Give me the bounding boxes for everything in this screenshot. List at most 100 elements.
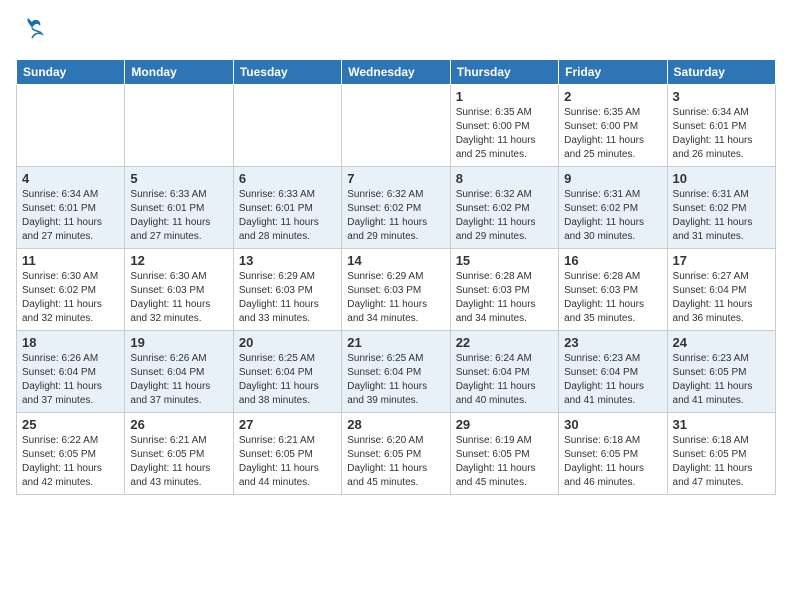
calendar-week-row: 11 Sunrise: 6:30 AM Sunset: 6:02 PM Dayli… (17, 248, 776, 330)
calendar-cell: 23 Sunrise: 6:23 AM Sunset: 6:04 PM Dayli… (559, 330, 667, 412)
logo-bird-icon (18, 16, 46, 49)
calendar-cell: 16 Sunrise: 6:28 AM Sunset: 6:03 PM Dayli… (559, 248, 667, 330)
day-info: Sunrise: 6:35 AM Sunset: 6:00 PM Dayligh… (456, 106, 553, 162)
day-info: Sunrise: 6:29 AM Sunset: 6:03 PM Dayligh… (239, 270, 336, 326)
day-number: 13 (239, 253, 336, 268)
day-info: Sunrise: 6:27 AM Sunset: 6:04 PM Dayligh… (673, 270, 770, 326)
calendar-cell: 3 Sunrise: 6:34 AM Sunset: 6:01 PM Daylig… (667, 84, 775, 166)
day-number: 19 (130, 335, 227, 350)
weekday-header-thursday: Thursday (450, 59, 558, 84)
calendar-cell: 17 Sunrise: 6:27 AM Sunset: 6:04 PM Dayli… (667, 248, 775, 330)
weekday-header-saturday: Saturday (667, 59, 775, 84)
day-info: Sunrise: 6:21 AM Sunset: 6:05 PM Dayligh… (130, 434, 227, 490)
calendar-cell: 30Sunrise: 6:18 AM Sunset: 6:05 PM Dayli… (559, 412, 667, 494)
calendar-cell: 14 Sunrise: 6:29 AM Sunset: 6:03 PM Dayli… (342, 248, 450, 330)
day-number: 1 (456, 89, 553, 104)
weekday-header-wednesday: Wednesday (342, 59, 450, 84)
day-number: 8 (456, 171, 553, 186)
day-info: Sunrise: 6:23 AM Sunset: 6:04 PM Dayligh… (564, 352, 661, 408)
calendar-cell: 22Sunrise: 6:24 AM Sunset: 6:04 PM Dayli… (450, 330, 558, 412)
weekday-header-sunday: Sunday (17, 59, 125, 84)
day-number: 11 (22, 253, 119, 268)
day-number: 31 (673, 417, 770, 432)
day-info: Sunrise: 6:21 AM Sunset: 6:05 PM Dayligh… (239, 434, 336, 490)
calendar-cell: 1 Sunrise: 6:35 AM Sunset: 6:00 PM Daylig… (450, 84, 558, 166)
day-info: Sunrise: 6:35 AM Sunset: 6:00 PM Dayligh… (564, 106, 661, 162)
day-number: 22 (456, 335, 553, 350)
calendar-cell: 25Sunrise: 6:22 AM Sunset: 6:05 PM Dayli… (17, 412, 125, 494)
day-number: 14 (347, 253, 444, 268)
calendar-cell: 7 Sunrise: 6:32 AM Sunset: 6:02 PM Daylig… (342, 166, 450, 248)
calendar-cell: 8 Sunrise: 6:32 AM Sunset: 6:02 PM Daylig… (450, 166, 558, 248)
calendar-week-row: 18 Sunrise: 6:26 AM Sunset: 6:04 PM Dayli… (17, 330, 776, 412)
day-number: 25 (22, 417, 119, 432)
calendar-week-row: 4 Sunrise: 6:34 AM Sunset: 6:01 PM Daylig… (17, 166, 776, 248)
calendar-cell: 13 Sunrise: 6:29 AM Sunset: 6:03 PM Dayli… (233, 248, 341, 330)
day-info: Sunrise: 6:28 AM Sunset: 6:03 PM Dayligh… (456, 270, 553, 326)
day-info: Sunrise: 6:19 AM Sunset: 6:05 PM Dayligh… (456, 434, 553, 490)
day-number: 27 (239, 417, 336, 432)
calendar-cell: 21 Sunrise: 6:25 AM Sunset: 6:04 PM Dayli… (342, 330, 450, 412)
day-number: 5 (130, 171, 227, 186)
day-info: Sunrise: 6:20 AM Sunset: 6:05 PM Dayligh… (347, 434, 444, 490)
day-info: Sunrise: 6:28 AM Sunset: 6:03 PM Dayligh… (564, 270, 661, 326)
calendar-table: SundayMondayTuesdayWednesdayThursdayFrid… (16, 59, 776, 495)
calendar-cell: 15 Sunrise: 6:28 AM Sunset: 6:03 PM Dayli… (450, 248, 558, 330)
day-info: Sunrise: 6:31 AM Sunset: 6:02 PM Dayligh… (564, 188, 661, 244)
day-info: Sunrise: 6:30 AM Sunset: 6:02 PM Dayligh… (22, 270, 119, 326)
day-number: 16 (564, 253, 661, 268)
day-number: 4 (22, 171, 119, 186)
day-number: 3 (673, 89, 770, 104)
day-number: 7 (347, 171, 444, 186)
day-info: Sunrise: 6:32 AM Sunset: 6:02 PM Dayligh… (347, 188, 444, 244)
calendar-cell: 19 Sunrise: 6:26 AM Sunset: 6:04 PM Dayli… (125, 330, 233, 412)
day-info: Sunrise: 6:18 AM Sunset: 6:05 PM Dayligh… (564, 434, 661, 490)
calendar-cell: 5 Sunrise: 6:33 AM Sunset: 6:01 PM Daylig… (125, 166, 233, 248)
day-number: 17 (673, 253, 770, 268)
day-info: Sunrise: 6:33 AM Sunset: 6:01 PM Dayligh… (239, 188, 336, 244)
weekday-header-friday: Friday (559, 59, 667, 84)
day-info: Sunrise: 6:34 AM Sunset: 6:01 PM Dayligh… (673, 106, 770, 162)
day-info: Sunrise: 6:34 AM Sunset: 6:01 PM Dayligh… (22, 188, 119, 244)
day-number: 9 (564, 171, 661, 186)
calendar-cell: 29 Sunrise: 6:19 AM Sunset: 6:05 PM Dayli… (450, 412, 558, 494)
day-number: 28 (347, 417, 444, 432)
calendar-cell: 24Sunrise: 6:23 AM Sunset: 6:05 PM Dayli… (667, 330, 775, 412)
day-number: 26 (130, 417, 227, 432)
calendar-cell (233, 84, 341, 166)
day-info: Sunrise: 6:29 AM Sunset: 6:03 PM Dayligh… (347, 270, 444, 326)
calendar-cell (125, 84, 233, 166)
day-info: Sunrise: 6:26 AM Sunset: 6:04 PM Dayligh… (22, 352, 119, 408)
day-info: Sunrise: 6:18 AM Sunset: 6:05 PM Dayligh… (673, 434, 770, 490)
day-number: 24 (673, 335, 770, 350)
calendar-header-row: SundayMondayTuesdayWednesdayThursdayFrid… (17, 59, 776, 84)
calendar-cell: 27 Sunrise: 6:21 AM Sunset: 6:05 PM Dayli… (233, 412, 341, 494)
calendar-cell (17, 84, 125, 166)
day-info: Sunrise: 6:30 AM Sunset: 6:03 PM Dayligh… (130, 270, 227, 326)
calendar-week-row: 25Sunrise: 6:22 AM Sunset: 6:05 PM Dayli… (17, 412, 776, 494)
day-info: Sunrise: 6:26 AM Sunset: 6:04 PM Dayligh… (130, 352, 227, 408)
calendar-cell: 28 Sunrise: 6:20 AM Sunset: 6:05 PM Dayli… (342, 412, 450, 494)
day-number: 20 (239, 335, 336, 350)
day-number: 21 (347, 335, 444, 350)
calendar-cell: 9 Sunrise: 6:31 AM Sunset: 6:02 PM Daylig… (559, 166, 667, 248)
calendar-cell: 26 Sunrise: 6:21 AM Sunset: 6:05 PM Dayli… (125, 412, 233, 494)
calendar-cell: 2Sunrise: 6:35 AM Sunset: 6:00 PM Daylig… (559, 84, 667, 166)
day-number: 12 (130, 253, 227, 268)
day-info: Sunrise: 6:33 AM Sunset: 6:01 PM Dayligh… (130, 188, 227, 244)
calendar-cell: 12 Sunrise: 6:30 AM Sunset: 6:03 PM Dayli… (125, 248, 233, 330)
day-number: 23 (564, 335, 661, 350)
calendar-cell: 4 Sunrise: 6:34 AM Sunset: 6:01 PM Daylig… (17, 166, 125, 248)
day-info: Sunrise: 6:25 AM Sunset: 6:04 PM Dayligh… (347, 352, 444, 408)
day-number: 18 (22, 335, 119, 350)
logo (16, 16, 46, 49)
weekday-header-tuesday: Tuesday (233, 59, 341, 84)
day-info: Sunrise: 6:32 AM Sunset: 6:02 PM Dayligh… (456, 188, 553, 244)
calendar-cell: 6 Sunrise: 6:33 AM Sunset: 6:01 PM Daylig… (233, 166, 341, 248)
page-header (16, 16, 776, 49)
calendar-cell: 11 Sunrise: 6:30 AM Sunset: 6:02 PM Dayli… (17, 248, 125, 330)
calendar-cell: 18 Sunrise: 6:26 AM Sunset: 6:04 PM Dayli… (17, 330, 125, 412)
day-number: 6 (239, 171, 336, 186)
day-number: 29 (456, 417, 553, 432)
day-number: 15 (456, 253, 553, 268)
